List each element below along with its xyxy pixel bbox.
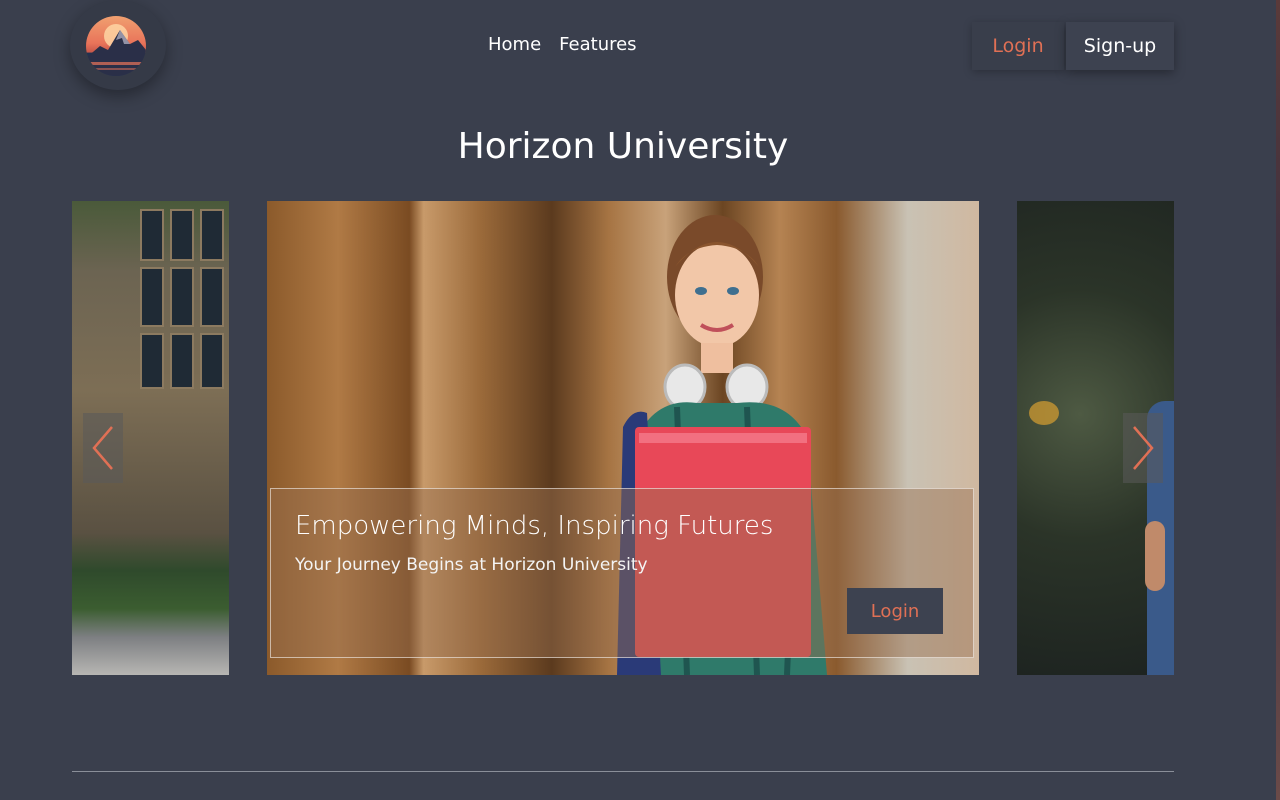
caption-login-button[interactable]: Login <box>847 588 943 634</box>
person-hand <box>1145 521 1165 591</box>
building-window <box>140 267 164 327</box>
login-button[interactable]: Login <box>972 22 1064 70</box>
building-window <box>170 209 194 261</box>
carousel-prev-button[interactable] <box>83 413 123 483</box>
caption-subtitle: Your Journey Begins at Horizon Universit… <box>295 555 648 575</box>
chevron-left-icon <box>92 426 113 470</box>
chevron-right-icon <box>1133 426 1154 470</box>
footer-divider <box>72 771 1174 772</box>
bokeh-light <box>1029 401 1059 425</box>
mountain-sunset-logo[interactable] <box>86 16 146 76</box>
building-window <box>200 267 224 327</box>
window-edge <box>1276 0 1280 800</box>
logo-mountain-icon <box>86 30 146 76</box>
building-window <box>170 333 194 389</box>
signup-button[interactable]: Sign-up <box>1066 22 1174 70</box>
building-window <box>170 267 194 327</box>
building-window <box>200 333 224 389</box>
nav-features[interactable]: Features <box>559 34 636 55</box>
building-window <box>200 209 224 261</box>
carousel-caption: Empowering Minds, Inspiring Futures Your… <box>270 488 974 658</box>
building-window <box>140 209 164 261</box>
page-title: Horizon University <box>457 126 789 167</box>
nav-home[interactable]: Home <box>488 34 541 55</box>
building-window <box>140 333 164 389</box>
main-nav: Home Features <box>488 34 637 55</box>
carousel-next-button[interactable] <box>1123 413 1163 483</box>
caption-headline: Empowering Minds, Inspiring Futures <box>295 511 774 541</box>
